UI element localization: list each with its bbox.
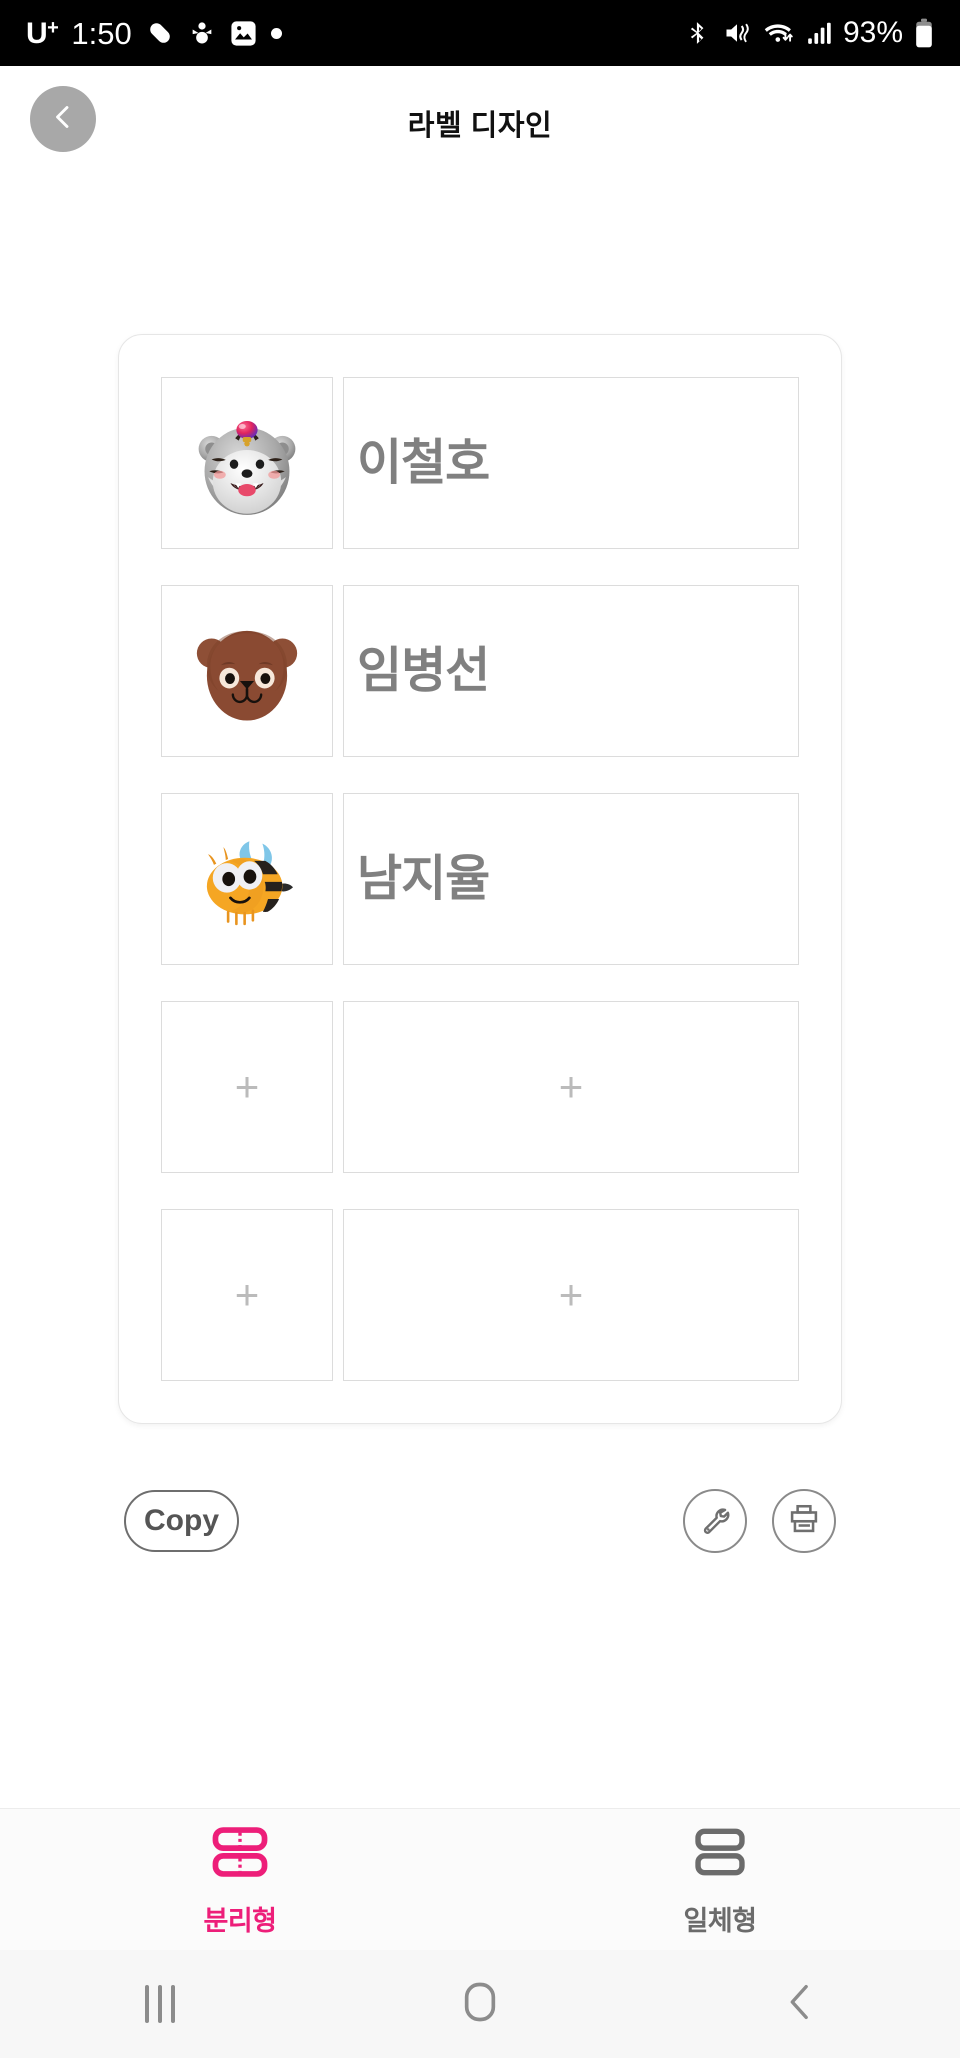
clock-label: 1:50 [71, 15, 132, 51]
add-name-cell[interactable]: + [343, 1209, 799, 1381]
status-bar-right: 93% [685, 18, 934, 48]
back-chevron-icon [783, 1982, 817, 2027]
printer-icon [787, 1502, 821, 1541]
label-row: 임병선 [161, 585, 799, 757]
honeybee-avatar [188, 820, 306, 938]
add-icon-cell[interactable]: + [161, 1209, 333, 1381]
android-nav-bar [0, 1950, 960, 2058]
label-design-card: 이철호 임병선 남지율 + + + + [118, 334, 842, 1424]
dot-icon [270, 27, 282, 39]
wrench-icon [698, 1502, 732, 1541]
label-name-cell[interactable]: 이철호 [343, 377, 799, 549]
label-name-text: 남지율 [357, 851, 490, 906]
label-name-cell[interactable]: 남지율 [343, 793, 799, 965]
label-icon-cell[interactable] [161, 585, 333, 757]
label-icon-cell[interactable] [161, 793, 333, 965]
home-icon [460, 1980, 500, 2029]
snowman-icon [188, 18, 216, 48]
bottom-tab-bar: 분리형 일체형 [0, 1808, 960, 1950]
split-label-icon [209, 1821, 271, 1888]
print-button[interactable] [772, 1489, 836, 1553]
recents-icon [145, 1985, 175, 2023]
tab-separated[interactable]: 분리형 [0, 1809, 480, 1950]
pill-icon [145, 18, 175, 48]
signal-bars-icon [806, 20, 832, 46]
mute-vibrate-icon [722, 19, 752, 47]
tab-integrated-label: 일체형 [683, 1906, 757, 1936]
page-title: 라벨 디자인 [407, 110, 553, 142]
add-icon-cell[interactable]: + [161, 1001, 333, 1173]
action-bar: Copy [118, 1489, 842, 1553]
label-name-text: 임병선 [357, 643, 490, 698]
add-name-cell[interactable]: + [343, 1001, 799, 1173]
tiger-cub-avatar [188, 404, 306, 522]
label-name-cell[interactable]: 임병선 [343, 585, 799, 757]
plus-icon: + [558, 1271, 584, 1318]
app-header: 라벨 디자인 [0, 66, 960, 171]
wifi-transfer-icon [763, 19, 795, 47]
copy-button[interactable]: Copy [124, 1490, 239, 1552]
single-label-icon [689, 1821, 751, 1888]
label-icon-cell[interactable] [161, 377, 333, 549]
status-bar-left: U+ 1:50 [26, 18, 282, 49]
status-bar: U+ 1:50 93% [0, 0, 960, 66]
label-name-text: 이철호 [357, 435, 490, 490]
nav-back-button[interactable] [740, 1950, 860, 2058]
label-row-empty: + + [161, 1209, 799, 1381]
app-root: U+ 1:50 93% 라벨 디자인 이철호 임병선 남지율 + + + + C… [0, 0, 960, 2058]
action-icon-group [683, 1489, 836, 1553]
label-row-empty: + + [161, 1001, 799, 1173]
label-row: 남지율 [161, 793, 799, 965]
main-content: 이철호 임병선 남지율 + + + + Copy [0, 171, 960, 1808]
settings-button[interactable] [683, 1489, 747, 1553]
nav-recents-button[interactable] [100, 1950, 220, 2058]
bluetooth-icon [685, 18, 711, 48]
gallery-image-icon [229, 19, 258, 48]
bear-face-avatar [188, 612, 306, 730]
tab-integrated[interactable]: 일체형 [480, 1809, 960, 1950]
battery-percent-label: 93% [842, 16, 903, 49]
plus-icon: + [234, 1063, 260, 1110]
carrier-label: U+ [26, 16, 59, 50]
nav-home-button[interactable] [420, 1950, 540, 2058]
plus-icon: + [558, 1063, 584, 1110]
plus-icon: + [234, 1271, 260, 1318]
label-row: 이철호 [161, 377, 799, 549]
tab-separated-label: 분리형 [203, 1906, 277, 1936]
battery-icon [914, 18, 934, 48]
